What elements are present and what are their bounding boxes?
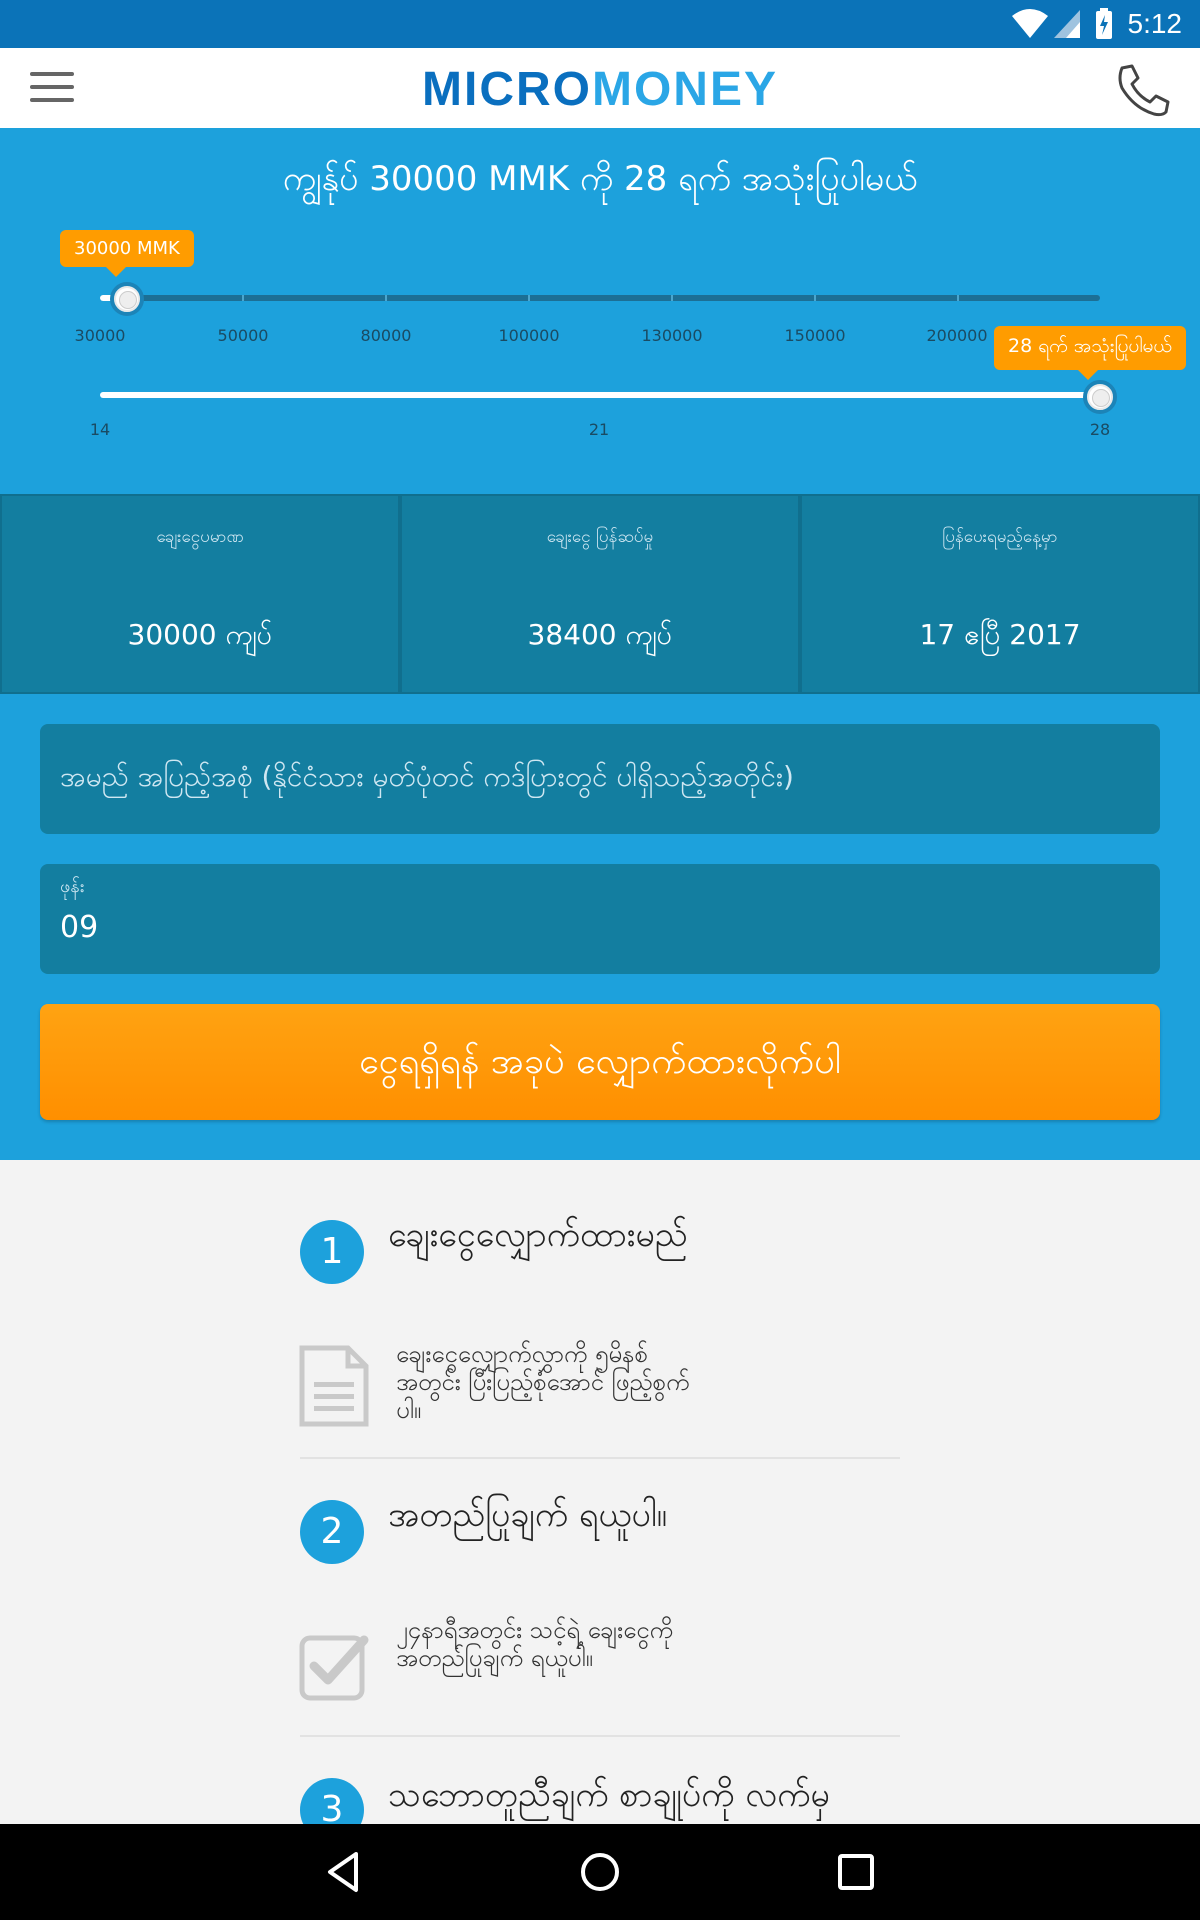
days-slider-track[interactable] bbox=[100, 392, 1100, 398]
step-number: 2 bbox=[300, 1500, 364, 1564]
phone-field[interactable]: ဖုန်း 09 bbox=[40, 864, 1160, 974]
loan-headline: ကျွန်ုပ် 30000 MMK ကို 28 ရက် အသုံးပြုပါ… bbox=[282, 159, 918, 199]
amount-tick-label: 150000 bbox=[784, 326, 846, 345]
app-bar: MICROMONEY bbox=[0, 48, 1200, 128]
amount-bubble: 30000 MMK bbox=[60, 230, 194, 277]
amount-tick-label: 30000 bbox=[74, 326, 126, 345]
system-nav-bar bbox=[0, 1824, 1200, 1920]
step-title: အတည်ပြုချက် ရယူပါ။ bbox=[388, 1495, 667, 1535]
days-tick-label: 21 bbox=[588, 420, 610, 439]
loan-calculator: ကျွန်ုပ် 30000 MMK ကို 28 ရက် အသုံးပြုပါ… bbox=[0, 128, 1200, 1160]
summary-value: 38400 ကျပ် bbox=[527, 618, 673, 651]
logo-part-micro: MICRO bbox=[422, 63, 592, 116]
how-it-works: 1 ချေးငွေလျှောက်ထားမည် ချေးငွေလျှောက်လွှ… bbox=[0, 1160, 1200, 1824]
step-number: 3 bbox=[300, 1778, 364, 1824]
phone-label: ဖုန်း bbox=[60, 876, 85, 897]
step-title: သဘောတူညီချက် စာချုပ်ကို လက်မှ bbox=[388, 1775, 830, 1815]
step-title: ချေးငွေလျှောက်ထားမည် bbox=[388, 1215, 688, 1255]
loan-summary: ချေးငွေပမာဏ 30000 ကျပ် ချေးငွေ ပြန်ဆပ်မှ… bbox=[0, 494, 1200, 694]
summary-due-date: ပြန်ပေးရမည့်နေ့မှာ 17 ဧပြီ 2017 bbox=[800, 494, 1200, 694]
amount-tick-label: 100000 bbox=[498, 326, 560, 345]
days-slider-handle[interactable] bbox=[1083, 380, 1117, 414]
full-name-placeholder: အမည် အပြည့်အစုံ (နိုင်ငံသား မှတ်ပုံတင် က… bbox=[60, 760, 794, 793]
amount-slider-track[interactable] bbox=[100, 295, 1100, 301]
home-icon[interactable] bbox=[572, 1844, 628, 1900]
summary-repayment: ချေးငွေ ပြန်ဆပ်မှု 38400 ကျပ် bbox=[400, 494, 800, 694]
status-bar: 5:12 bbox=[0, 0, 1200, 48]
checkbox-icon bbox=[299, 1635, 369, 1701]
summary-caption: ချေးငွေပမာဏ bbox=[156, 527, 244, 547]
full-name-field[interactable]: အမည် အပြည့်အစုံ (နိုင်ငံသား မှတ်ပုံတင် က… bbox=[40, 724, 1160, 834]
summary-caption: ချေးငွေ ပြန်ဆပ်မှု bbox=[546, 527, 654, 547]
step-description: ချေးငွေလျှောက်လွှာကို ၅မိနစ်အတွင်း ပြီးပ… bbox=[396, 1340, 690, 1424]
days-bubble: 28 ရက် အသုံးပြုပါမယ် bbox=[994, 326, 1186, 380]
step-number: 1 bbox=[300, 1220, 364, 1284]
days-tick-label: 14 bbox=[89, 420, 111, 439]
micromoney-logo: MICROMONEY bbox=[0, 62, 1200, 117]
logo-part-money: MONEY bbox=[591, 63, 778, 116]
amount-tick-label: 50000 bbox=[217, 326, 269, 345]
amount-tick-label: 130000 bbox=[641, 326, 703, 345]
apply-now-button[interactable]: ငွေရရှိရန် အခုပဲ လျှောက်ထားလိုက်ပါ bbox=[40, 1004, 1160, 1120]
summary-caption: ပြန်ပေးရမည့်နေ့မှာ bbox=[942, 527, 1058, 547]
phone-value: 09 bbox=[60, 910, 99, 945]
summary-value: 17 ဧပြီ 2017 bbox=[919, 618, 1081, 651]
step-description: ၂၄နာရီအတွင်း သင့်ရဲ့ ချေးငွေကို အတည်ပြုခ… bbox=[396, 1616, 674, 1672]
cellular-signal-icon bbox=[1054, 10, 1080, 38]
back-icon[interactable] bbox=[316, 1844, 372, 1900]
phone-icon[interactable] bbox=[1112, 62, 1172, 118]
summary-amount: ချေးငွေပမာဏ 30000 ကျပ် bbox=[0, 494, 400, 694]
status-time: 5:12 bbox=[1127, 8, 1183, 39]
step-divider bbox=[300, 1735, 900, 1737]
document-icon bbox=[299, 1345, 369, 1427]
amount-tick-label: 80000 bbox=[360, 326, 412, 345]
amount-tick-label: 200000 bbox=[926, 326, 988, 345]
summary-value: 30000 ကျပ် bbox=[127, 618, 273, 651]
recents-icon[interactable] bbox=[828, 1844, 884, 1900]
wifi-icon bbox=[1012, 9, 1048, 38]
battery-charging-icon bbox=[1096, 8, 1112, 39]
amount-slider-handle[interactable] bbox=[110, 282, 144, 316]
days-tick-label: 28 bbox=[1089, 420, 1111, 439]
step-divider bbox=[300, 1457, 900, 1459]
